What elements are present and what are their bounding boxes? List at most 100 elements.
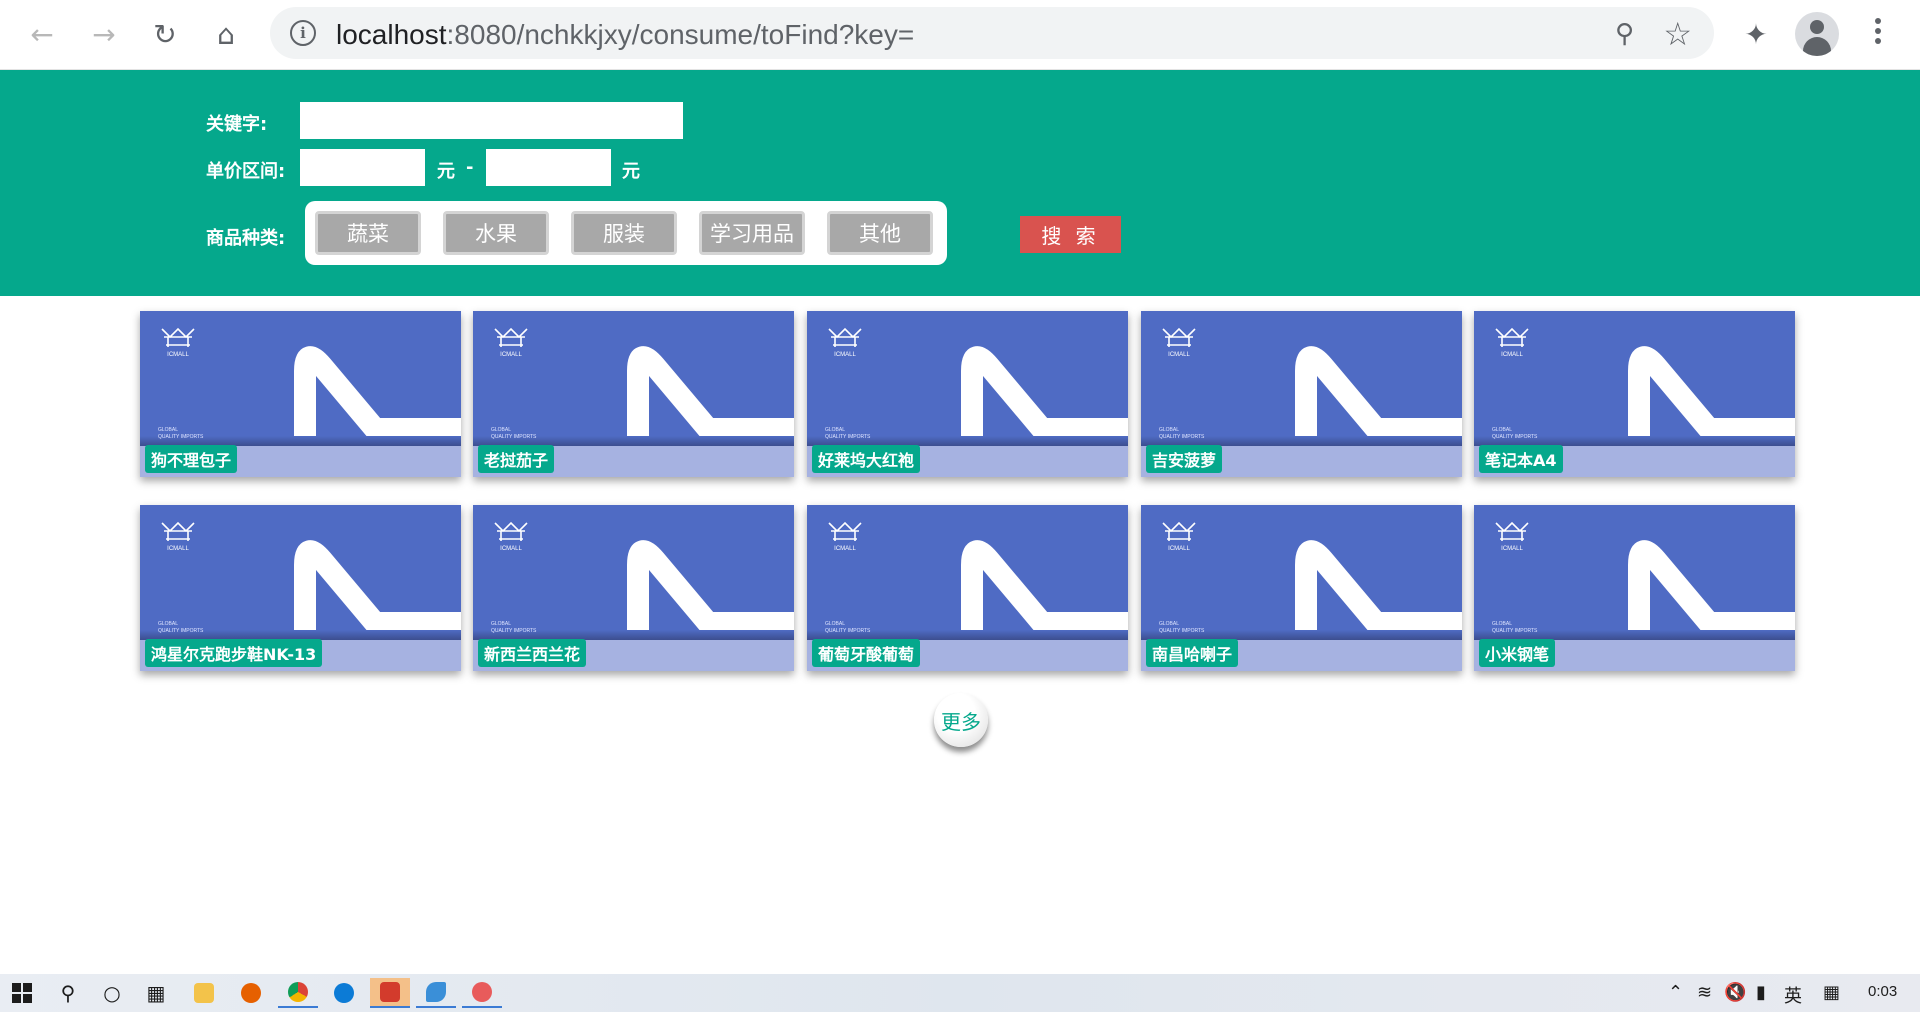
card-small-text: GLOBAL QUALITY IMPORTS <box>1492 621 1538 634</box>
product-card[interactable]: ICMALL GLOBAL QUALITY IMPORTS 好莱坞大红袍 <box>807 311 1128 477</box>
card-small-text: GLOBAL QUALITY IMPORTS <box>1159 621 1205 634</box>
svg-text:ICMALL: ICMALL <box>1168 352 1190 358</box>
product-card[interactable]: ICMALL GLOBAL QUALITY IMPORTS 葡萄牙酸葡萄 <box>807 505 1128 671</box>
browser-toolbar: ← → ↻ ⌂ i localhost:8080/nchkkjxy/consum… <box>0 0 1920 70</box>
ime-language[interactable]: 英 <box>1784 982 1802 1008</box>
category-button-stationery[interactable]: 学习用品 <box>699 211 805 255</box>
category-label: 商品种类: <box>206 228 286 249</box>
product-card[interactable]: ICMALL GLOBAL QUALITY IMPORTS 鸿星尔克跑步鞋NK-13 <box>140 505 461 671</box>
product-card[interactable]: ICMALL GLOBAL QUALITY IMPORTS 狗不理包子 <box>140 311 461 477</box>
price-max-unit: 元 <box>622 161 640 182</box>
product-name[interactable]: 小米钢笔 <box>1479 639 1556 667</box>
product-card[interactable]: ICMALL GLOBAL QUALITY IMPORTS 新西兰西兰花 <box>473 505 794 671</box>
address-bar[interactable]: i localhost:8080/nchkkjxy/consume/toFind… <box>270 7 1714 59</box>
category-button-fruit[interactable]: 水果 <box>443 211 549 255</box>
zoom-out-icon[interactable]: ⚲ <box>1615 19 1634 49</box>
icmall-logo-icon: ICMALL <box>161 327 195 358</box>
search-button[interactable]: 搜 索 <box>1020 216 1121 253</box>
svg-text:ICMALL: ICMALL <box>167 546 189 552</box>
product-name[interactable]: 新西兰西兰花 <box>478 639 587 667</box>
bookmark-star-icon[interactable]: ☆ <box>1663 15 1692 53</box>
product-card[interactable]: ICMALL GLOBAL QUALITY IMPORTS 笔记本A4 <box>1474 311 1795 477</box>
network-icon[interactable]: ≋ <box>1697 982 1712 1003</box>
clock[interactable]: 0:03 <box>1868 983 1897 1000</box>
product-card[interactable]: ICMALL GLOBAL QUALITY IMPORTS 吉安菠萝 <box>1141 311 1462 477</box>
product-name[interactable]: 葡萄牙酸葡萄 <box>812 639 921 667</box>
price-max-input[interactable] <box>486 149 611 186</box>
card-small-text: GLOBAL QUALITY IMPORTS <box>1159 427 1205 440</box>
home-icon[interactable]: ⌂ <box>206 14 246 54</box>
chrome-icon[interactable] <box>278 978 318 1008</box>
card-small-text: GLOBAL QUALITY IMPORTS <box>158 621 204 634</box>
category-button-clothing[interactable]: 服装 <box>571 211 677 255</box>
cortana-circle-icon[interactable]: ○ <box>92 978 132 1008</box>
card-small-text: GLOBAL QUALITY IMPORTS <box>825 427 871 440</box>
volume-muted-icon[interactable]: 🔇 <box>1724 982 1746 1003</box>
product-name[interactable]: 狗不理包子 <box>145 445 238 473</box>
edge-icon[interactable] <box>324 978 364 1008</box>
icmall-logo-icon: ICMALL <box>1162 327 1196 358</box>
icmall-logo-icon: ICMALL <box>494 327 528 358</box>
icmall-logo-icon: ICMALL <box>1495 521 1529 552</box>
card-small-text: GLOBAL QUALITY IMPORTS <box>491 427 537 440</box>
url-text[interactable]: localhost:8080/nchkkjxy/consume/toFind?k… <box>336 19 914 51</box>
keyword-input[interactable] <box>300 102 683 139</box>
search-panel <box>0 70 1920 296</box>
more-button[interactable]: 更多 <box>934 693 988 747</box>
menu-kebab-icon[interactable] <box>1868 14 1888 54</box>
svg-text:ICMALL: ICMALL <box>500 546 522 552</box>
product-name[interactable]: 南昌哈喇子 <box>1146 639 1239 667</box>
icmall-logo-icon: ICMALL <box>161 521 195 552</box>
category-button-other[interactable]: 其他 <box>827 211 933 255</box>
icmall-logo-icon: ICMALL <box>828 327 862 358</box>
icmall-logo-icon: ICMALL <box>1495 327 1529 358</box>
intellij-icon[interactable] <box>370 978 410 1008</box>
icmall-logo-icon: ICMALL <box>828 521 862 552</box>
show-hidden-icons-chevron-icon[interactable]: ⌃ <box>1668 982 1683 1003</box>
svg-text:ICMALL: ICMALL <box>1168 546 1190 552</box>
product-name[interactable]: 笔记本A4 <box>1479 445 1563 473</box>
windows-start-icon[interactable] <box>2 978 42 1008</box>
product-name[interactable]: 老挝茄子 <box>478 445 555 473</box>
profile-avatar-icon[interactable] <box>1795 12 1839 56</box>
back-arrow-icon[interactable]: ← <box>22 14 62 54</box>
app-icon[interactable] <box>462 978 502 1008</box>
extensions-puzzle-icon[interactable]: ✦ <box>1734 12 1778 56</box>
forward-arrow-icon[interactable]: → <box>84 14 124 54</box>
svg-text:ICMALL: ICMALL <box>1501 546 1523 552</box>
svg-text:ICMALL: ICMALL <box>1501 352 1523 358</box>
card-small-text: GLOBAL QUALITY IMPORTS <box>491 621 537 634</box>
product-name[interactable]: 鸿星尔克跑步鞋NK-13 <box>145 639 323 667</box>
price-min-input[interactable] <box>300 149 425 186</box>
icmall-logo-icon: ICMALL <box>1162 521 1196 552</box>
icmall-logo-icon: ICMALL <box>494 521 528 552</box>
product-card[interactable]: ICMALL GLOBAL QUALITY IMPORTS 老挝茄子 <box>473 311 794 477</box>
product-card[interactable]: ICMALL GLOBAL QUALITY IMPORTS 南昌哈喇子 <box>1141 505 1462 671</box>
product-name[interactable]: 吉安菠萝 <box>1146 445 1223 473</box>
category-group: 蔬菜 水果 服装 学习用品 其他 <box>305 201 947 265</box>
site-info-icon[interactable]: i <box>290 20 316 46</box>
ime-mode-icon[interactable]: ▦ <box>1823 982 1840 1003</box>
svg-text:ICMALL: ICMALL <box>500 352 522 358</box>
product-name[interactable]: 好莱坞大红袍 <box>812 445 921 473</box>
svg-text:ICMALL: ICMALL <box>834 546 856 552</box>
reload-icon[interactable]: ↻ <box>145 14 185 54</box>
product-card[interactable]: ICMALL GLOBAL QUALITY IMPORTS 小米钢笔 <box>1474 505 1795 671</box>
file-explorer-icon[interactable] <box>184 978 224 1008</box>
task-view-icon[interactable]: ▦ <box>136 978 176 1008</box>
price-range-label: 单价区间: <box>206 161 286 182</box>
svg-text:ICMALL: ICMALL <box>834 352 856 358</box>
card-small-text: GLOBAL QUALITY IMPORTS <box>1492 427 1538 440</box>
taskbar: ⚲ ○ ▦ ⌃ ≋ 🔇 ▮ 英 ▦ 0:03 <box>0 974 1920 1012</box>
price-range-dash: - <box>466 157 474 178</box>
card-small-text: GLOBAL QUALITY IMPORTS <box>158 427 204 440</box>
battery-icon[interactable]: ▮ <box>1756 982 1766 1003</box>
price-min-unit: 元 <box>437 161 455 182</box>
search-icon[interactable]: ⚲ <box>48 978 88 1008</box>
keyword-label: 关键字: <box>206 114 268 135</box>
card-small-text: GLOBAL QUALITY IMPORTS <box>825 621 871 634</box>
category-button-vegetables[interactable]: 蔬菜 <box>315 211 421 255</box>
dbeaver-icon[interactable] <box>416 978 456 1008</box>
firefox-icon[interactable] <box>231 978 271 1008</box>
svg-text:ICMALL: ICMALL <box>167 352 189 358</box>
